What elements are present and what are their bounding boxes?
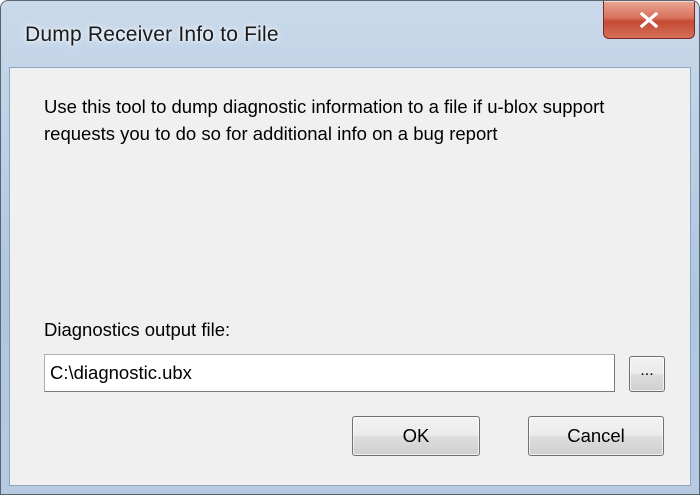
output-file-input[interactable] bbox=[44, 354, 615, 392]
ok-button[interactable]: OK bbox=[352, 416, 480, 456]
dialog-client-area: Use this tool to dump diagnostic informa… bbox=[9, 67, 691, 486]
title-bar[interactable]: Dump Receiver Info to File bbox=[1, 1, 699, 67]
dialog-window: Dump Receiver Info to File Use this tool… bbox=[0, 0, 700, 495]
close-button[interactable] bbox=[603, 1, 695, 39]
cancel-button[interactable]: Cancel bbox=[528, 416, 664, 456]
browse-button[interactable]: ... bbox=[629, 356, 665, 392]
close-icon bbox=[638, 11, 660, 29]
output-file-label: Diagnostics output file: bbox=[44, 319, 231, 340]
window-title: Dump Receiver Info to File bbox=[25, 23, 279, 46]
description-text: Use this tool to dump diagnostic informa… bbox=[44, 96, 605, 144]
